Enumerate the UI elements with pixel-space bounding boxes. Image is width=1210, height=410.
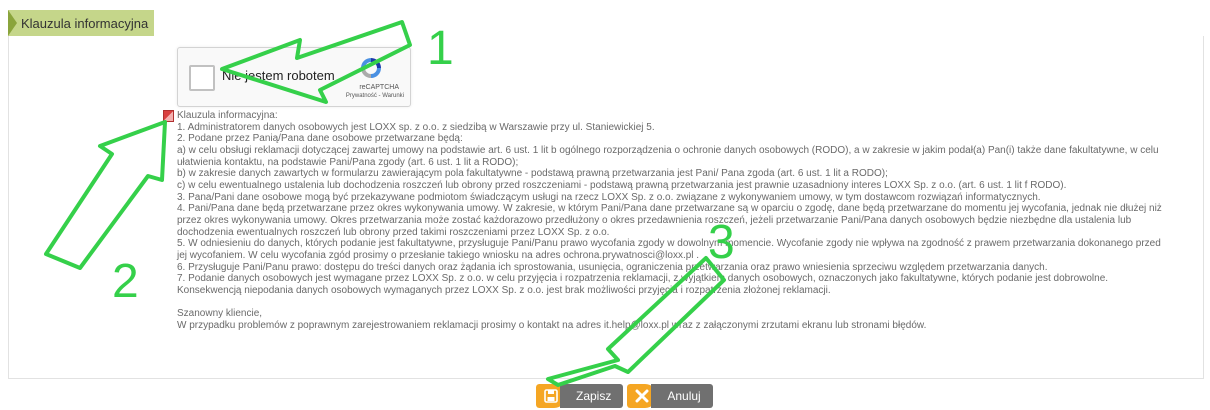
recaptcha-widget: Nie jestem robotem reCAPTCHA Prywatność …: [177, 47, 411, 107]
clause-line: 3. Pana/Pani dane osobowe mogą być przek…: [177, 191, 1041, 203]
clause-line: Konsekwencją niepodania danych osobowych…: [177, 284, 831, 296]
clause-line: Szanowny kliencie,: [177, 308, 263, 320]
cancel-button[interactable]: Anuluj: [627, 384, 713, 408]
clause-line: jej wycofaniem. W celu wycofania zgód pr…: [177, 249, 700, 261]
recaptcha-links[interactable]: Prywatność - Warunki: [346, 93, 404, 99]
section-tab: Klauzula informacyjna: [8, 10, 154, 38]
clause-line: a) w celu obsługi reklamacji dotyczącej …: [177, 144, 1159, 156]
clause-line: 4. Pani/Pana dane będą przetwarzane prze…: [177, 203, 1162, 215]
cancel-label: Anuluj: [651, 384, 713, 408]
clause-line: b) w zakresie danych zawartych w formula…: [177, 168, 888, 180]
clause-line: 1. Administratorem danych osobowych jest…: [177, 121, 655, 133]
information-clause: Klauzula informacyjna: 1. Administratorem…: [177, 110, 1202, 331]
triangle-marker-icon: [8, 10, 17, 36]
clause-line: dochodzenia ewentualnych roszczeń lub ob…: [177, 226, 610, 238]
save-button[interactable]: Zapisz: [536, 384, 624, 408]
recaptcha-brand: reCAPTCHA: [359, 84, 399, 91]
clause-line: 2. Podane przez Panią/Pana dane osobowe …: [177, 133, 463, 145]
recaptcha-logo-icon: [361, 58, 381, 78]
clause-line: 6. Przysługuje Pani/Panu prawo: dostępu …: [177, 261, 1048, 273]
clause-line: [177, 297, 1202, 309]
recaptcha-checkbox[interactable]: [189, 65, 215, 91]
save-label: Zapisz: [560, 384, 624, 408]
clause-line: 5. W odniesieniu do danych, których poda…: [177, 238, 1161, 250]
clause-line: ułatwienia kontaktu, na podstawie Pani/P…: [177, 156, 519, 168]
clause-line: przez okres wykonywania umowy. Okres prz…: [177, 214, 1132, 226]
section-title: Klauzula informacyjna: [21, 15, 149, 31]
clause-line: 7. Podanie danych osobowych jest wymagan…: [177, 273, 1109, 285]
form-actions: Zapisz Anuluj: [536, 384, 713, 410]
clause-line: Klauzula informacyjna:: [177, 110, 278, 121]
document-icon: [163, 110, 174, 122]
recaptcha-label: Nie jestem robotem: [222, 68, 335, 83]
clause-line: c) w celu ewentualnego ustalenia lub doc…: [177, 179, 1067, 191]
clause-line: W przypadku problemów z poprawnym zareje…: [177, 319, 927, 331]
